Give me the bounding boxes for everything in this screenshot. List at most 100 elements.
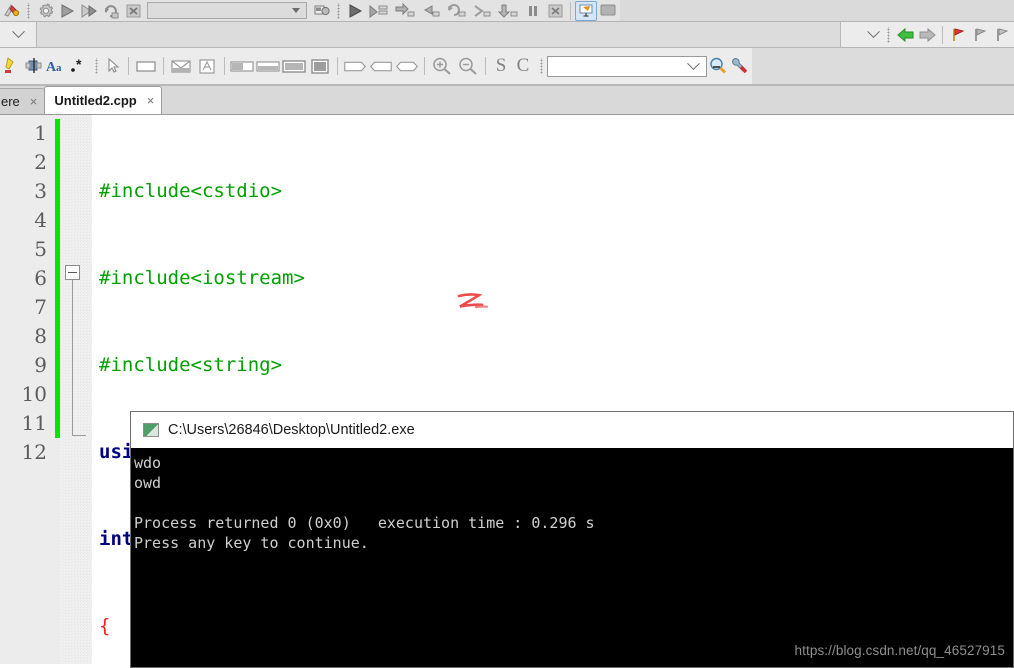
tab-label: ere <box>1 94 20 109</box>
note-icon[interactable] <box>194 56 220 76</box>
toolbar-row3-empty <box>752 48 1014 84</box>
rebuild-icon[interactable] <box>100 1 122 21</box>
code-token-include: #include<iostream> <box>99 267 305 289</box>
view-cpu-icon[interactable] <box>597 1 619 21</box>
compile-run-icon[interactable] <box>1 1 23 21</box>
editor-tab-bar: ere × Untitled2.cpp × <box>0 86 1014 115</box>
console-window[interactable]: C:\Users\26846\Desktop\Untitled2.exe wdo… <box>130 411 1014 668</box>
search-input[interactable] <box>547 56 707 77</box>
arrow-both-box-icon[interactable] <box>394 56 420 76</box>
class-browser-select[interactable] <box>0 22 36 47</box>
goto-function-dropdown[interactable] <box>840 22 882 47</box>
toolbar-row-editor-tools: A a * <box>0 48 1014 86</box>
skip-function-icon[interactable] <box>470 1 496 21</box>
stop-execution-icon[interactable] <box>122 1 144 21</box>
toolbar-group-shapes: S C <box>90 48 535 84</box>
line-number: 7 <box>0 293 47 322</box>
fill-icon[interactable] <box>307 56 333 76</box>
toolbar-separator <box>424 57 425 75</box>
gear-icon[interactable] <box>34 1 56 21</box>
console-window-icon <box>143 423 159 437</box>
toolbar-grip[interactable] <box>885 27 892 43</box>
line-number: 9 <box>0 351 47 380</box>
toggle-bookmark-icon[interactable] <box>947 25 969 45</box>
align-right-icon[interactable] <box>255 56 281 76</box>
compiler-select[interactable] <box>147 2 307 19</box>
next-instruction-icon[interactable] <box>444 1 470 21</box>
close-icon[interactable]: × <box>30 95 38 108</box>
code-folding-margin[interactable] <box>60 115 92 664</box>
forward-arrow-icon[interactable] <box>916 25 938 45</box>
insert-icon[interactable] <box>23 56 45 76</box>
svg-text:*: * <box>76 56 82 72</box>
goto-bookmark-icon[interactable] <box>969 25 991 45</box>
fold-guide-line <box>72 280 73 436</box>
arrow-left-box-icon[interactable] <box>368 56 394 76</box>
step-into-icon[interactable] <box>392 1 418 21</box>
debug-icon[interactable] <box>344 1 366 21</box>
tab-start-here[interactable]: ere × <box>0 88 45 114</box>
zoom-out-icon[interactable] <box>455 56 481 76</box>
toolbar-grip[interactable] <box>93 58 100 74</box>
toolbar-row-navigation <box>0 22 1014 48</box>
toolbar-separator <box>942 26 943 44</box>
console-title-bar[interactable]: C:\Users\26846\Desktop\Untitled2.exe <box>131 412 1013 448</box>
line-number: 11 <box>0 409 47 438</box>
back-arrow-icon[interactable] <box>894 25 916 45</box>
line-number: 6 <box>0 264 47 293</box>
compile-current-icon[interactable] <box>78 1 100 21</box>
toolbar-row1-empty <box>620 0 1014 21</box>
tab-bar-empty <box>161 88 1014 114</box>
code-token-include: #include<cstdio> <box>99 180 282 202</box>
toolbar-separator <box>337 57 338 75</box>
toolbar-row-compile-debug <box>0 0 1014 22</box>
step-out-icon[interactable] <box>418 1 444 21</box>
stop-debug-icon[interactable] <box>544 1 566 21</box>
align-left-icon[interactable] <box>229 56 255 76</box>
toolbar-grip[interactable] <box>335 3 342 19</box>
into-instruction-icon[interactable] <box>496 1 522 21</box>
arrow-right-box-icon[interactable] <box>342 56 368 76</box>
wrench-icon[interactable] <box>729 56 751 76</box>
profile-icon[interactable] <box>311 1 333 21</box>
step-over-icon[interactable] <box>366 1 392 21</box>
code-line-2: #include<iostream> <box>99 264 1014 293</box>
pointer-icon[interactable] <box>102 56 124 76</box>
label-s[interactable]: S <box>490 56 512 76</box>
fold-guide-foot <box>72 435 86 436</box>
pause-icon[interactable] <box>522 1 544 21</box>
next-bookmark-icon[interactable] <box>991 25 1013 45</box>
tab-label: Untitled2.cpp <box>54 93 136 108</box>
regex-icon[interactable]: * <box>67 56 89 76</box>
add-watch-icon[interactable] <box>575 1 597 21</box>
zoom-in-icon[interactable] <box>429 56 455 76</box>
code-line-1: #include<cstdio> <box>99 177 1014 206</box>
code-token-open-brace: { <box>99 615 110 637</box>
toolbar-grip[interactable] <box>25 3 32 19</box>
toolbar-separator <box>570 2 571 20</box>
tab-untitled2-cpp[interactable]: Untitled2.cpp × <box>44 86 162 114</box>
label-c[interactable]: C <box>512 56 534 76</box>
goto-function-select[interactable] <box>36 22 840 47</box>
highlighter-icon[interactable] <box>1 56 23 76</box>
svg-text:a: a <box>56 62 62 74</box>
toolbar-separator <box>485 57 486 75</box>
line-number: 12 <box>0 438 47 467</box>
line-number: 5 <box>0 235 47 264</box>
toolbar-grip[interactable] <box>538 58 545 74</box>
envelope-icon[interactable] <box>168 56 194 76</box>
label-c-text: C <box>517 55 530 77</box>
font-icon[interactable]: A a <box>45 56 67 76</box>
close-icon[interactable]: × <box>147 94 155 107</box>
chevron-down-icon <box>292 8 300 13</box>
align-full-icon[interactable] <box>281 56 307 76</box>
box-icon[interactable] <box>133 56 159 76</box>
run-icon[interactable] <box>56 1 78 21</box>
console-output: wdo owd Process returned 0 (0x0) executi… <box>131 448 1013 667</box>
toolbar-separator <box>128 57 129 75</box>
fold-collapse-box[interactable] <box>65 265 80 280</box>
search-icon[interactable] <box>707 56 729 76</box>
line-number: 1 <box>0 119 47 148</box>
line-number: 2 <box>0 148 47 177</box>
toolbar-group-nav <box>882 22 1014 47</box>
